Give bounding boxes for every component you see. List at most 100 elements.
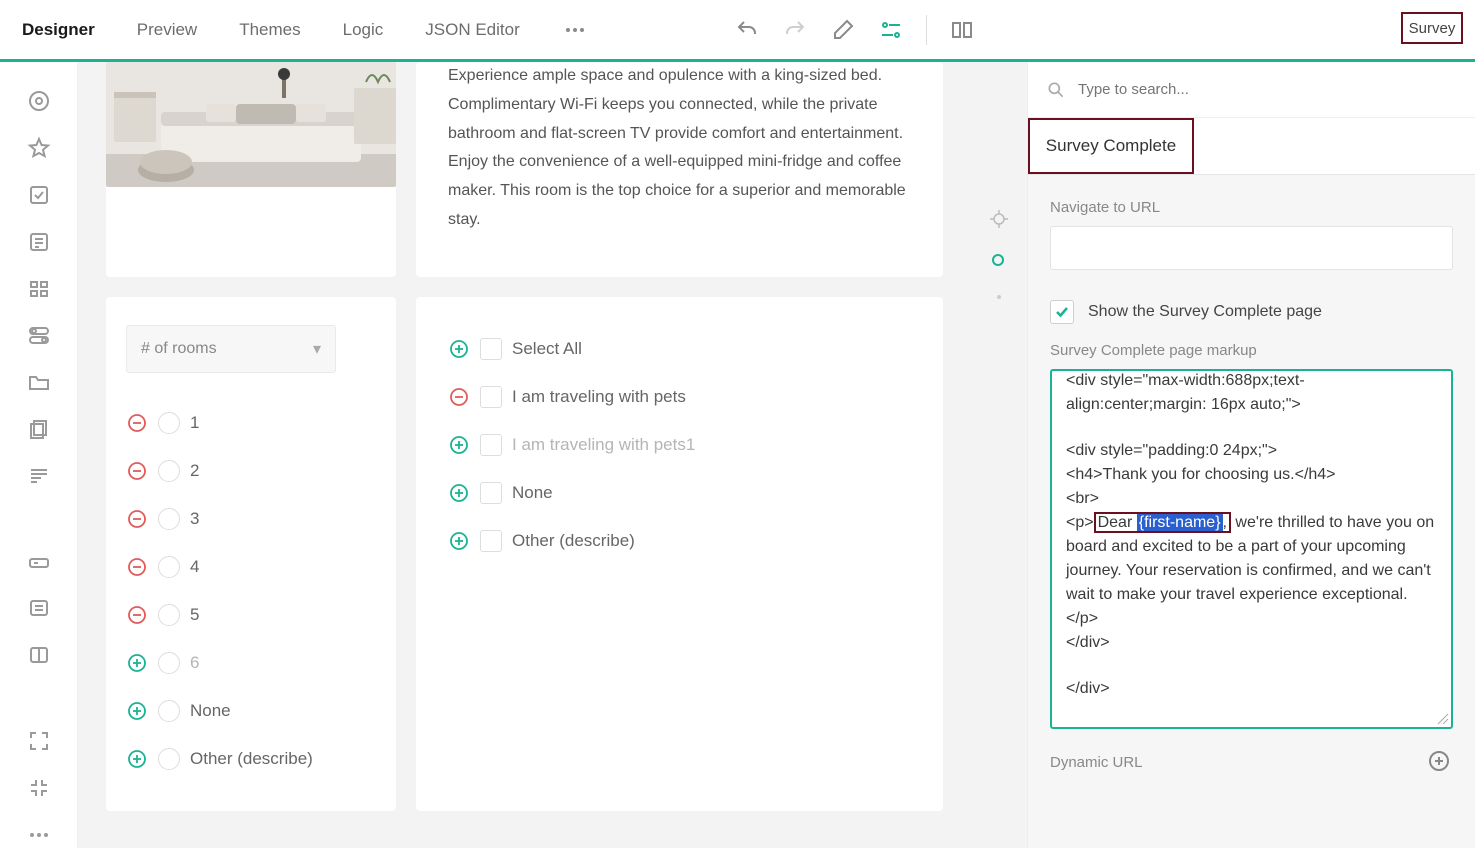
minus-circle-icon[interactable] — [448, 386, 470, 408]
eraser-icon[interactable] — [830, 17, 856, 43]
checkbox-box[interactable] — [480, 482, 502, 504]
tab-themes[interactable]: Themes — [239, 20, 300, 40]
radio-dot[interactable] — [158, 460, 180, 482]
tab-preview[interactable]: Preview — [137, 20, 197, 40]
room-option-row[interactable]: 5 — [126, 591, 376, 639]
radio-dot[interactable] — [158, 604, 180, 626]
corners-out-icon[interactable] — [25, 728, 53, 755]
description-card[interactable]: Experience ample space and opulence with… — [416, 62, 943, 277]
check-option-row[interactable]: Other (describe) — [448, 517, 911, 565]
check-option-row[interactable]: I am traveling with pets — [448, 373, 911, 421]
option-label: None — [190, 701, 231, 721]
room-option-row[interactable]: 2 — [126, 447, 376, 495]
option-label: None — [512, 483, 553, 503]
stack-icon[interactable] — [25, 415, 53, 442]
radio-dot[interactable] — [158, 556, 180, 578]
navigate-url-label: Navigate to URL — [1050, 199, 1453, 216]
minus-circle-icon[interactable] — [126, 604, 148, 626]
plus-circle-icon[interactable] — [448, 482, 470, 504]
book-icon[interactable] — [949, 17, 975, 43]
radio-dot[interactable] — [158, 700, 180, 722]
minus-circle-icon[interactable] — [126, 508, 148, 530]
properties-panel: Survey Complete Navigate to URL Show the… — [1027, 62, 1475, 848]
toggle-icon[interactable] — [25, 322, 53, 349]
more-icon[interactable] — [562, 17, 588, 43]
plus-circle-icon[interactable] — [126, 652, 148, 674]
input-icon[interactable] — [25, 548, 53, 575]
plus-circle-icon[interactable] — [448, 338, 470, 360]
checkbox-box[interactable] — [480, 530, 502, 552]
panel-tab-survey-complete[interactable]: Survey Complete — [1028, 118, 1194, 174]
dynamic-url-label: Dynamic URL — [1050, 754, 1143, 771]
room-option-row[interactable]: 3 — [126, 495, 376, 543]
checkbox-box[interactable] — [480, 338, 502, 360]
checkbox-icon[interactable] — [25, 182, 53, 209]
grid-icon[interactable] — [25, 275, 53, 302]
rooms-dropdown[interactable]: # of rooms ▾ — [126, 325, 336, 373]
markup-textarea[interactable]: <div style="max-width:688px;text- align:… — [1050, 369, 1453, 729]
resize-handle-icon[interactable] — [1435, 711, 1449, 725]
room-option-row[interactable]: 1 — [126, 399, 376, 447]
minus-circle-icon[interactable] — [126, 556, 148, 578]
panel-search[interactable] — [1028, 62, 1475, 118]
checkbox-box[interactable] — [480, 434, 502, 456]
panel-search-input[interactable] — [1076, 80, 1457, 99]
minus-circle-icon[interactable] — [126, 412, 148, 434]
check-option-row[interactable]: None — [448, 469, 911, 517]
circle-focus-icon[interactable] — [990, 252, 1008, 270]
redo-icon[interactable] — [782, 17, 808, 43]
textarea-icon[interactable] — [25, 595, 53, 622]
corners-in-icon[interactable] — [25, 774, 53, 801]
rooms-card[interactable]: # of rooms ▾ 123456 None Other (describe) — [106, 297, 396, 811]
survey-button[interactable]: Survey — [1401, 12, 1463, 44]
more-vert-icon[interactable] — [25, 821, 53, 848]
search-icon — [1046, 80, 1066, 100]
minus-circle-icon[interactable] — [126, 460, 148, 482]
settings-sliders-icon[interactable] — [878, 17, 904, 43]
target-icon[interactable] — [990, 210, 1008, 228]
undo-icon[interactable] — [734, 17, 760, 43]
text-lines-icon[interactable] — [25, 228, 53, 255]
check-option-row[interactable]: Select All — [448, 325, 911, 373]
folder-icon[interactable] — [25, 369, 53, 396]
radio-icon[interactable] — [25, 88, 53, 115]
radio-dot[interactable] — [158, 412, 180, 434]
plus-circle-icon[interactable] — [448, 434, 470, 456]
show-complete-row[interactable]: Show the Survey Complete page — [1050, 300, 1453, 324]
plus-circle-icon[interactable] — [448, 530, 470, 552]
markup-line: <div style="max-width:688px;text- — [1066, 369, 1437, 393]
radio-dot[interactable] — [158, 652, 180, 674]
tab-designer[interactable]: Designer — [22, 20, 95, 40]
room-option-row[interactable]: None — [126, 687, 376, 735]
dot-icon[interactable] — [996, 294, 1002, 300]
checkbox-box[interactable] — [480, 386, 502, 408]
room-option-row[interactable]: 4 — [126, 543, 376, 591]
radio-dot[interactable] — [158, 508, 180, 530]
checks-card[interactable]: Select All I am traveling with pets I am t… — [416, 297, 943, 811]
tab-json-editor[interactable]: JSON Editor — [425, 20, 519, 40]
design-canvas[interactable]: Experience ample space and opulence with… — [78, 62, 971, 848]
radio-dot[interactable] — [158, 748, 180, 770]
split-icon[interactable] — [25, 642, 53, 669]
toolbar-divider — [926, 15, 927, 45]
plus-circle-icon[interactable] — [126, 748, 148, 770]
option-label: Select All — [512, 339, 582, 359]
markup-label: Survey Complete page markup — [1050, 342, 1453, 359]
show-complete-checkbox[interactable] — [1050, 300, 1074, 324]
check-option-row[interactable]: I am traveling with pets1 — [448, 421, 911, 469]
rooms-dropdown-label: # of rooms — [141, 340, 217, 358]
room-option-row[interactable]: 6 — [126, 639, 376, 687]
option-label: I am traveling with pets1 — [512, 435, 695, 455]
star-icon[interactable] — [25, 135, 53, 162]
add-dynamic-url-button[interactable] — [1427, 749, 1453, 775]
paragraph-icon[interactable] — [25, 462, 53, 489]
plus-circle-icon[interactable] — [126, 700, 148, 722]
show-complete-label: Show the Survey Complete page — [1088, 303, 1322, 321]
option-label: Other (describe) — [190, 749, 313, 769]
room-option-row[interactable]: Other (describe) — [126, 735, 376, 783]
navigate-url-input[interactable] — [1050, 226, 1453, 270]
image-card[interactable] — [106, 62, 396, 277]
tab-logic[interactable]: Logic — [343, 20, 384, 40]
markup-line: <p>Dear {first-name}, we're thrilled to … — [1066, 511, 1437, 631]
top-navbar: Designer Preview Themes Logic JSON Edito… — [0, 0, 1475, 62]
